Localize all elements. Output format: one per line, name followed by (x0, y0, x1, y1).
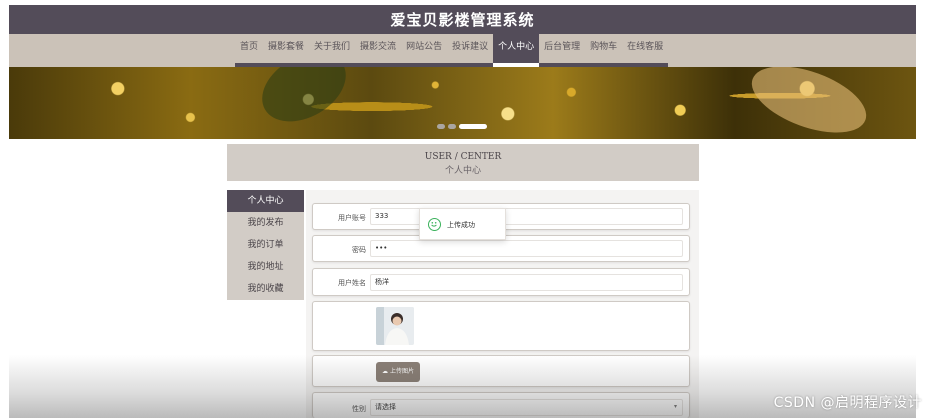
form-row-upload: ☁ 上传图片 (312, 355, 690, 387)
nav-item-admin[interactable]: 后台管理 (539, 34, 586, 67)
nav-item-feedback[interactable]: 投诉建议 (447, 34, 494, 67)
form-row-realname: 用户姓名 杨洋 (312, 268, 690, 296)
realname-input[interactable]: 杨洋 (370, 274, 683, 291)
chevron-down-icon: ▾ (673, 403, 677, 410)
carousel-dot[interactable] (448, 124, 456, 129)
nav-item-packages[interactable]: 摄影套餐 (263, 34, 310, 67)
password-label: 密码 (352, 246, 366, 254)
banner-leaf-shape (743, 67, 875, 139)
site-header: 爱宝贝影楼管理系统 (9, 5, 916, 34)
sidebar-item-favorites[interactable]: 我的收藏 (227, 278, 304, 300)
sidebar-item-orders[interactable]: 我的订单 (227, 234, 304, 256)
sidebar-item-addresses[interactable]: 我的地址 (227, 256, 304, 278)
nav-item-user-center[interactable]: 个人中心 (493, 34, 540, 67)
upload-button-label: 上传图片 (389, 368, 414, 375)
gender-label: 性别 (352, 405, 366, 413)
nav-menu: 首页 摄影套餐 关于我们 摄影交流 网站公告 投诉建议 个人中心 后台管理 购物… (235, 34, 669, 67)
person-photo-icon (376, 307, 414, 345)
user-center-title-en: USER / CENTER (424, 152, 502, 162)
cloud-upload-icon: ☁ (382, 368, 389, 375)
nav-item-about[interactable]: 关于我们 (309, 34, 356, 67)
nav-item-forum[interactable]: 摄影交流 (355, 34, 402, 67)
username-label: 用户账号 (338, 214, 366, 222)
avatar-image (376, 307, 414, 345)
banner-leaf-shape (250, 67, 358, 136)
gender-select[interactable]: 请选择 (370, 399, 683, 416)
nav-item-support[interactable]: 在线客服 (622, 34, 669, 67)
nav-item-cart[interactable]: 购物车 (585, 34, 623, 67)
carousel-dot[interactable] (437, 124, 445, 129)
password-input[interactable]: ••• (370, 240, 683, 257)
form-row-gender: 性别 请选择 ▾ (312, 392, 690, 418)
nav-item-home[interactable]: 首页 (235, 34, 264, 67)
toast-message: 上传成功 (447, 221, 475, 229)
form-row-avatar (312, 301, 690, 351)
sidebar-item-posts[interactable]: 我的发布 (227, 212, 304, 234)
user-sidebar: 个人中心 我的发布 我的订单 我的地址 我的收藏 (227, 190, 304, 300)
main-nav: 首页 摄影套餐 关于我们 摄影交流 网站公告 投诉建议 个人中心 后台管理 购物… (9, 34, 916, 67)
user-center-header: USER / CENTER 个人中心 (227, 144, 699, 181)
upload-image-button[interactable]: ☁ 上传图片 (376, 362, 420, 382)
upload-success-toast: 上传成功 (419, 208, 506, 240)
csdn-watermark: CSDN @启明程序设计 (773, 395, 922, 411)
smile-success-icon (428, 218, 441, 231)
username-input[interactable]: 333 (370, 208, 683, 225)
realname-label: 用户姓名 (338, 279, 366, 287)
carousel-indicators (437, 124, 487, 129)
site-title: 爱宝贝影楼管理系统 (390, 11, 535, 29)
sidebar-item-profile[interactable]: 个人中心 (227, 190, 304, 212)
carousel-dot-active[interactable] (459, 124, 487, 129)
nav-item-notices[interactable]: 网站公告 (401, 34, 448, 67)
user-center-title-cn: 个人中心 (444, 166, 481, 176)
